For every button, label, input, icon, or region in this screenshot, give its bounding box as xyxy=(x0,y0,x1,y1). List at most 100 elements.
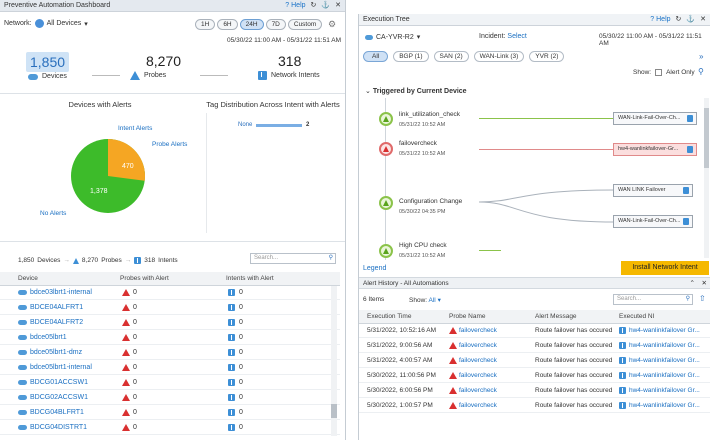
device-search-input[interactable]: Search... ⚲ xyxy=(250,253,336,264)
tree-scrollbar-thumb[interactable] xyxy=(704,108,709,168)
network-selector[interactable]: Network: All Devices ▾ xyxy=(4,19,88,28)
settings-icon[interactable]: ⚙ xyxy=(328,19,336,30)
incident-selector[interactable]: Incident: Select xyxy=(479,33,527,40)
legend-intent-alerts[interactable]: Intent Alerts xyxy=(118,125,152,132)
scrollbar-thumb[interactable] xyxy=(331,404,337,418)
search-icon[interactable]: ⚲ xyxy=(698,67,704,76)
tab-wan-link[interactable]: WAN-Link (3) xyxy=(473,51,525,62)
table-scrollbar[interactable] xyxy=(331,286,337,436)
table-row[interactable]: bdce05lbrt1-internal 0 0 xyxy=(0,361,340,375)
tree-scrollbar[interactable] xyxy=(704,98,709,258)
legend-link[interactable]: Legend xyxy=(363,265,386,272)
device-name-link[interactable]: bdce05lbrt1-dmz xyxy=(30,349,82,356)
time-btn-7d[interactable]: 7D xyxy=(265,19,286,30)
right-help-link[interactable]: ? Help xyxy=(650,16,670,23)
time-btn-custom[interactable]: Custom xyxy=(287,19,323,30)
col-intents[interactable]: Intents with Alert xyxy=(226,275,274,282)
alert-only-checkbox[interactable] xyxy=(655,69,663,76)
table-row[interactable]: BDCG04DISTRT1 0 0 xyxy=(0,421,340,435)
table-row[interactable]: BDCG04BLFRT1 0 0 xyxy=(0,406,340,420)
device-name-link[interactable]: BDCG04DISTRT1 xyxy=(30,424,87,431)
refresh-icon[interactable]: ↻ xyxy=(676,16,682,23)
history-row[interactable]: 5/30/2022, 6:00:56 PM failovercheck Route … xyxy=(359,384,710,398)
expand-icon[interactable]: » xyxy=(699,52,703,61)
tree-node-config-change[interactable] xyxy=(379,196,393,210)
table-row[interactable]: BDCG02ACCSW1 0 0 xyxy=(0,391,340,405)
col-alert-message[interactable]: Alert Message xyxy=(535,313,577,320)
devices-alerts-pie[interactable]: 470 1,378 xyxy=(70,138,146,214)
time-btn-6h[interactable]: 6H xyxy=(217,19,238,30)
table-row[interactable]: BDCE04ALFRT2 0 0 xyxy=(0,316,340,330)
probe-name-link[interactable]: failovercheck xyxy=(459,402,497,409)
executed-ni-link[interactable]: hw4-wanlinkfailover Gr... xyxy=(629,372,700,379)
help-link[interactable]: ? Help xyxy=(285,2,305,9)
show-filter[interactable]: Show: All ▾ xyxy=(409,296,441,304)
node-name-1[interactable]: link_utilization_check xyxy=(399,111,460,118)
tree-node-link-utilization[interactable] xyxy=(379,112,393,126)
col-device[interactable]: Device xyxy=(18,275,38,282)
ni-box-4[interactable]: WAN-Link-Fail-Over-Ch... xyxy=(613,215,693,228)
probe-name-link[interactable]: failovercheck xyxy=(459,327,497,334)
legend-no-alerts[interactable]: No Alerts xyxy=(40,210,66,217)
ni-box-3[interactable]: WAN LINK Failover xyxy=(613,184,693,197)
executed-ni-link[interactable]: hw4-wanlinkfailover Gr... xyxy=(629,402,700,409)
tree-node-failovercheck[interactable] xyxy=(379,142,393,156)
tab-yvr[interactable]: YVR (2) xyxy=(529,51,565,62)
tag-none-bar[interactable] xyxy=(256,124,302,127)
executed-ni-link[interactable]: hw4-wanlinkfailover Gr... xyxy=(629,342,700,349)
history-row[interactable]: 5/30/2022, 11:00:56 PM failovercheck Route… xyxy=(359,369,710,383)
col-executed-ni[interactable]: Executed NI xyxy=(619,313,654,320)
legend-probe-alerts[interactable]: Probe Alerts xyxy=(152,141,187,148)
table-row[interactable]: bdce05lbrt1-dmz 0 0 xyxy=(0,346,340,360)
device-name-link[interactable]: bdce05lbrt1-internal xyxy=(30,364,92,371)
pin-icon[interactable]: ⚓ xyxy=(686,16,695,23)
tab-san[interactable]: SAN (2) xyxy=(433,51,469,62)
export-icon[interactable]: ⇧ xyxy=(699,294,706,303)
probe-name-link[interactable]: failovercheck xyxy=(459,372,497,379)
info-icon[interactable] xyxy=(683,218,689,225)
device-name-link[interactable]: BDCG01ACCSW1 xyxy=(30,379,88,386)
tree-header[interactable]: ⌄ Triggered by Current Device xyxy=(365,87,467,95)
refresh-icon[interactable]: ↻ xyxy=(311,2,317,9)
pin-icon[interactable]: ⚓ xyxy=(321,2,330,9)
probes-value[interactable]: 8,270 xyxy=(146,53,181,69)
history-row[interactable]: 5/31/2022, 10:52:16 AM failovercheck Route… xyxy=(359,324,710,338)
node-name-4[interactable]: High CPU check xyxy=(399,242,447,249)
pie-slice-probe-alerts[interactable] xyxy=(108,139,146,181)
devices-stat[interactable]: 1,850 xyxy=(26,52,70,72)
info-icon[interactable] xyxy=(683,187,689,194)
intents-value[interactable]: 318 xyxy=(278,53,301,69)
device-name-link[interactable]: bdce03lbrt1-internal xyxy=(30,289,92,296)
install-network-intent-button[interactable]: Install Network Intent xyxy=(621,261,709,275)
history-row[interactable]: 5/31/2022, 4:00:57 AM failovercheck Route … xyxy=(359,354,710,368)
table-row[interactable]: bdce03lbrt1-internal 0 0 xyxy=(0,286,340,300)
close-icon[interactable]: ✕ xyxy=(700,16,706,23)
executed-ni-link[interactable]: hw4-wanlinkfailover Gr... xyxy=(629,357,700,364)
device-name-link[interactable]: BDCG04BLFRT1 xyxy=(30,409,84,416)
search-icon[interactable]: ⚲ xyxy=(329,254,333,263)
executed-ni-link[interactable]: hw4-wanlinkfailover Gr... xyxy=(629,327,700,334)
tab-bgp[interactable]: BGP (1) xyxy=(393,51,429,62)
history-search-input[interactable]: Search... ⚲ xyxy=(613,294,693,305)
history-row[interactable]: 5/31/2022, 9:00:56 AM failovercheck Route … xyxy=(359,339,710,353)
device-name-link[interactable]: BDCE04ALFRT1 xyxy=(30,304,83,311)
device-name-link[interactable]: bdce05lbrt1 xyxy=(30,334,67,341)
close-icon[interactable]: ✕ xyxy=(702,278,707,289)
executed-ni-link[interactable]: hw4-wanlinkfailover Gr... xyxy=(629,387,700,394)
device-selector[interactable]: CA-YVR-R2 ▾ xyxy=(365,33,420,41)
table-row[interactable]: bdce05lbrt1 0 0 xyxy=(0,331,340,345)
probe-name-link[interactable]: failovercheck xyxy=(459,357,497,364)
history-row[interactable]: 5/30/2022, 1:00:57 PM failovercheck Route … xyxy=(359,399,710,413)
ni-box-2[interactable]: hw4-wanlinkfailover-Gr... xyxy=(613,143,697,156)
time-btn-1h[interactable]: 1H xyxy=(195,19,216,30)
ni-box-1[interactable]: WAN-Link-Fail-Over-Ch... xyxy=(613,112,697,125)
info-icon[interactable] xyxy=(687,146,693,153)
tree-node-high-cpu[interactable] xyxy=(379,244,393,258)
device-name-link[interactable]: BDCE04ALFRT2 xyxy=(30,319,83,326)
probe-name-link[interactable]: failovercheck xyxy=(459,342,497,349)
node-name-2[interactable]: failovercheck xyxy=(399,140,437,147)
info-icon[interactable] xyxy=(687,115,693,122)
col-probe-name[interactable]: Probe Name xyxy=(449,313,486,320)
close-icon[interactable]: ✕ xyxy=(335,2,341,9)
col-probes[interactable]: Probes with Alert xyxy=(120,275,169,282)
